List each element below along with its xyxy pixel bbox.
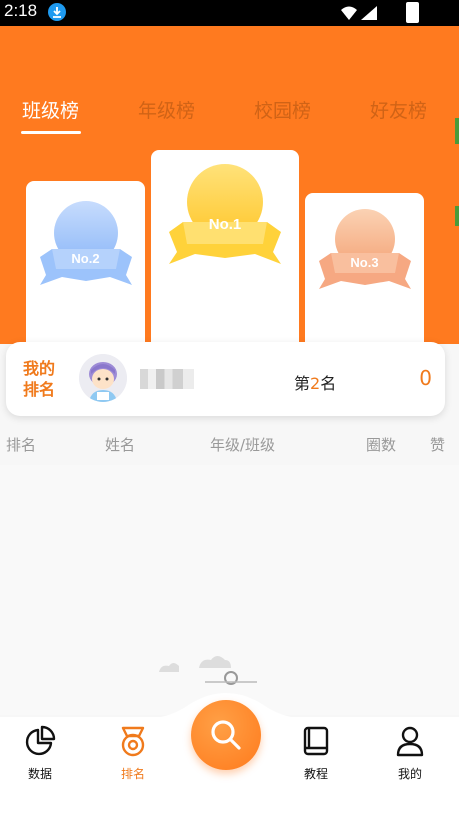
podium-second: No.2: [26, 181, 145, 344]
user-name-blurred: [140, 369, 194, 389]
podium-third: No.3: [305, 193, 424, 344]
col-laps: 圈数: [366, 436, 397, 454]
rank-number: 2: [310, 374, 321, 393]
rank-prefix: 第: [294, 374, 311, 393]
nav-tutorial[interactable]: 教程: [286, 723, 346, 781]
my-rank-card: 我的 排名 第2名 0: [6, 342, 445, 416]
col-name: 姓名: [105, 436, 136, 454]
tab-grade[interactable]: 年级榜: [138, 96, 195, 123]
col-class: 年级/班级: [210, 436, 276, 454]
avatar: [79, 354, 127, 402]
nav-data[interactable]: 数据: [10, 723, 70, 781]
leaderboard-header: 班级榜 年级榜 校园榜 好友榜 No.2 No.1 No.3: [0, 26, 459, 344]
my-points: 0: [419, 366, 432, 390]
search-button[interactable]: [191, 700, 261, 770]
rank-suffix: 名: [320, 374, 337, 393]
silver-medal-icon: [40, 201, 132, 285]
medal-icon: [121, 726, 145, 757]
battery-icon: [406, 2, 419, 23]
nav-ranking-label: 排名: [120, 767, 145, 781]
col-rank: 排名: [6, 436, 37, 454]
status-bar: 2:18: [0, 0, 459, 26]
edge-strip: [455, 206, 459, 226]
my-rank-position: 第2名: [294, 370, 336, 394]
nav-data-label: 数据: [27, 767, 52, 781]
pie-chart-icon: [25, 725, 56, 756]
my-rank-label-line1: 我的: [23, 359, 56, 378]
nav-me[interactable]: 我的: [380, 723, 440, 781]
nav-ranking[interactable]: 排名: [103, 723, 163, 781]
search-icon: [211, 720, 241, 750]
signal-icons: [341, 6, 377, 20]
tab-class[interactable]: 班级榜: [22, 96, 79, 123]
active-tab-underline: [21, 131, 81, 134]
avatar-icon: [79, 354, 127, 402]
my-rank-label: 我的 排名: [23, 358, 63, 400]
third-place-label: No.3: [350, 255, 379, 270]
download-icon: [48, 3, 66, 21]
podium-first: No.1: [151, 150, 299, 344]
book-icon: [303, 726, 329, 756]
my-rank-label-line2: 排名: [23, 380, 56, 399]
first-place-label: No.1: [208, 216, 242, 233]
user-icon: [396, 726, 424, 757]
empty-state-illustration: [159, 656, 257, 685]
tab-friends[interactable]: 好友榜: [370, 96, 427, 123]
nav-me-label: 我的: [397, 767, 422, 781]
col-likes: 赞: [430, 436, 446, 454]
bronze-medal-icon: [319, 209, 411, 289]
edge-strip: [455, 118, 459, 144]
nav-tutorial-label: 教程: [303, 767, 328, 781]
tab-campus[interactable]: 校园榜: [254, 96, 311, 123]
status-time: 2:18: [4, 1, 38, 20]
second-place-label: No.2: [71, 251, 100, 266]
